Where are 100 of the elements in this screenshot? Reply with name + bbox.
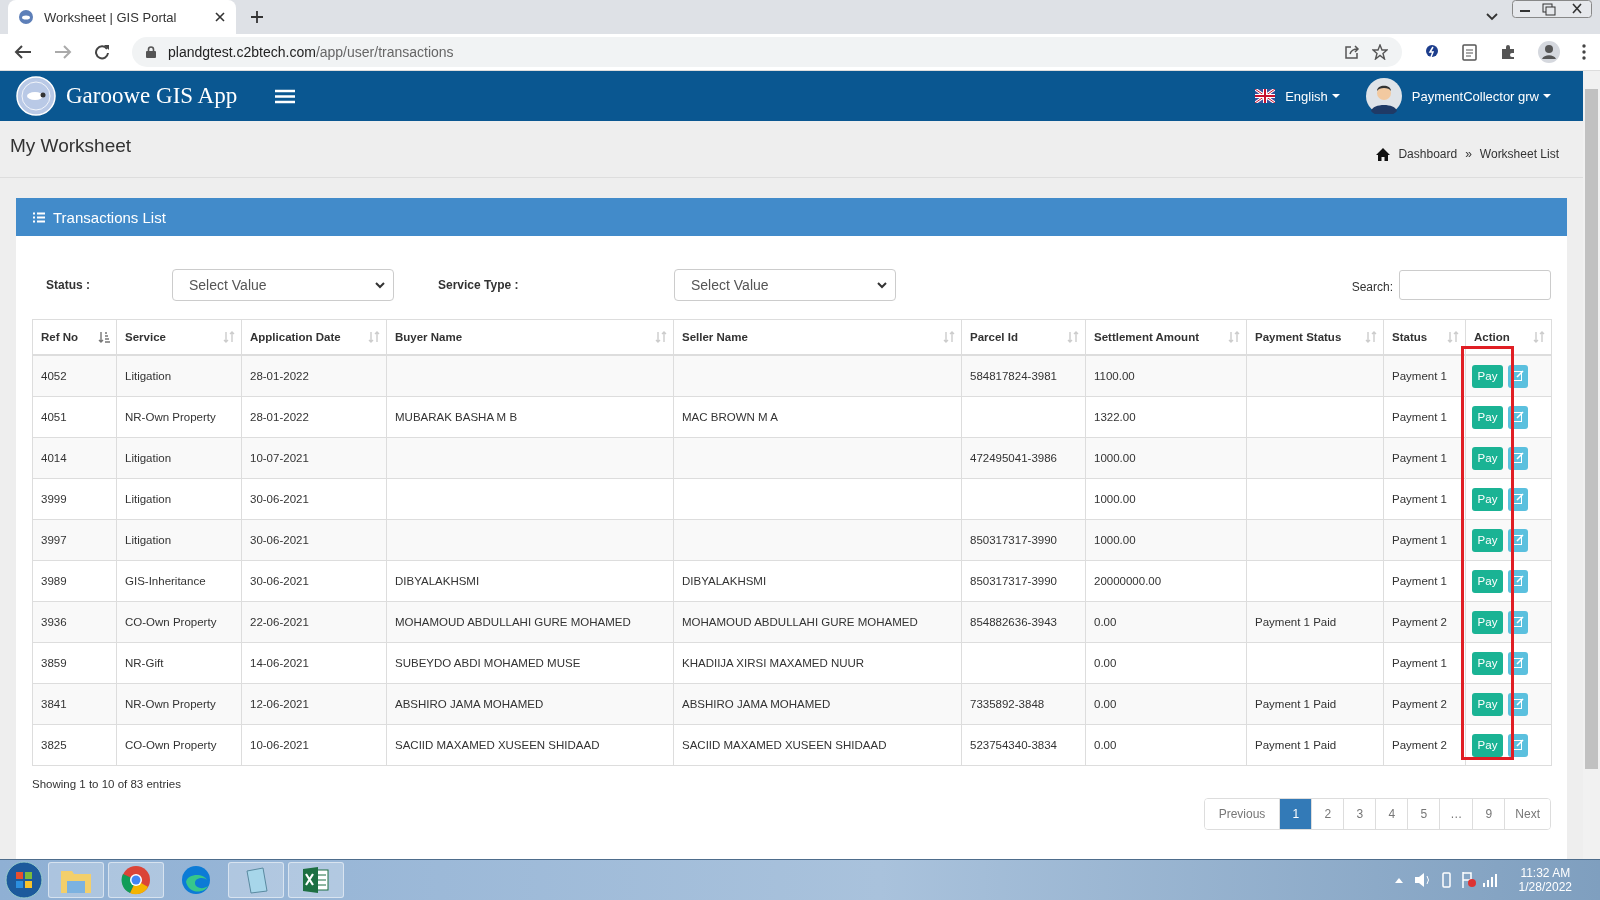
back-icon[interactable] (14, 44, 32, 60)
table-cell: 854882636-3943 (970, 616, 1057, 628)
table-cell: 10-07-2021 (250, 452, 309, 464)
table-cell: ABSHIRO JAMA MOHAMED (395, 698, 544, 710)
chevron-down-icon[interactable] (1486, 13, 1498, 21)
table-cell: Payment 2 (1392, 616, 1447, 628)
pay-button[interactable]: Pay (1472, 446, 1503, 470)
list-icon (33, 211, 45, 223)
chrome-icon[interactable] (108, 862, 164, 898)
start-button[interactable] (4, 860, 44, 900)
profile-icon[interactable] (1538, 41, 1560, 63)
globe-icon (18, 9, 34, 25)
chevron-down-icon (375, 281, 385, 289)
clock[interactable]: 11:32 AM 1/28/2022 (1518, 866, 1572, 894)
edit-button[interactable] (1508, 692, 1529, 716)
new-tab-icon[interactable] (250, 10, 264, 24)
table-cell: 3997 (41, 534, 67, 546)
table-cell: 3989 (41, 575, 67, 587)
edit-button[interactable] (1508, 733, 1529, 757)
table-cell: MUBARAK BASHA M B (395, 411, 518, 423)
edit-button[interactable] (1508, 487, 1529, 511)
edit-button[interactable] (1508, 569, 1529, 593)
pay-button[interactable]: Pay (1472, 405, 1503, 429)
filter-dropdown[interactable]: Select Value (172, 269, 394, 301)
breadcrumb-link[interactable]: Dashboard (1398, 147, 1458, 161)
pay-button[interactable]: Pay (1472, 610, 1503, 634)
edit-icon (1512, 369, 1524, 381)
table-cell: 523754340-3834 (970, 739, 1057, 751)
clipboard-icon[interactable] (1462, 43, 1478, 61)
home-icon (1376, 147, 1391, 161)
table-cell: 10-06-2021 (250, 739, 309, 751)
edit-icon (1512, 697, 1524, 709)
edit-icon (1512, 492, 1524, 504)
search-field[interactable] (1399, 270, 1551, 300)
table-cell: 0.00 (1094, 698, 1117, 710)
edit-icon (1512, 574, 1524, 586)
menu-icon[interactable] (275, 88, 296, 104)
table-cell: 30-06-2021 (250, 534, 309, 546)
table-cell: 3999 (41, 493, 67, 505)
window-controls[interactable] (1512, 0, 1592, 18)
pay-button[interactable]: Pay (1472, 651, 1503, 675)
edit-button[interactable] (1508, 446, 1529, 470)
table-cell: MAC BROWN M A (682, 411, 778, 423)
pay-button[interactable]: Pay (1472, 364, 1503, 388)
pay-button[interactable]: Pay (1472, 692, 1503, 716)
close-icon[interactable] (214, 11, 226, 23)
flag-icon (1255, 89, 1276, 103)
filter-dropdown[interactable]: Select Value (674, 269, 896, 301)
language-dropdown[interactable]: English (1285, 88, 1340, 104)
tab-title: Worksheet | GIS Portal (44, 9, 178, 25)
table-cell: 3936 (41, 616, 67, 628)
edit-icon (1512, 738, 1524, 750)
table-cell: MOHAMOUD ABDULLAHI GURE MOHAMED (682, 616, 918, 628)
table-cell: 22-06-2021 (250, 616, 309, 628)
edit-button[interactable] (1508, 405, 1529, 429)
address-bar[interactable]: plandgtest.c2btech.com/app/user/transactions (132, 37, 1402, 67)
user-dropdown[interactable]: PaymentCollector grw (1411, 88, 1551, 104)
entries-info: Showing 1 to 10 of 83 entries (32, 778, 181, 790)
edit-button[interactable] (1508, 364, 1529, 388)
table-cell: Payment 1 (1392, 575, 1447, 587)
search-label: Search: (1351, 280, 1393, 294)
extension-icon[interactable] (1424, 44, 1440, 60)
menu-icon[interactable] (1582, 44, 1586, 60)
pagination-button[interactable]: 1 (1279, 799, 1312, 829)
edit-button[interactable] (1508, 528, 1529, 552)
card-title: Transactions List (53, 208, 166, 226)
table-cell: 12-06-2021 (250, 698, 309, 710)
breadcrumb-separator: » (1465, 147, 1472, 161)
table-cell: 850317317-3990 (970, 575, 1057, 587)
star-icon[interactable] (1372, 44, 1388, 60)
table-cell: 3825 (41, 739, 67, 751)
share-icon[interactable] (1344, 44, 1360, 60)
table-cell: Payment 1 (1392, 370, 1447, 382)
pagination-button[interactable]: Next (1504, 799, 1550, 829)
breadcrumb-link[interactable]: Worksheet List (1479, 147, 1559, 161)
table-cell: Litigation (125, 534, 172, 546)
pay-button[interactable]: Pay (1472, 487, 1503, 511)
reload-icon[interactable] (94, 44, 110, 60)
table-cell: 0.00 (1094, 739, 1117, 751)
pay-button[interactable]: Pay (1472, 569, 1503, 593)
table-cell: Payment 1 Paid (1255, 739, 1337, 751)
pay-button[interactable]: Pay (1472, 733, 1503, 757)
table-cell: 20000000.00 (1094, 575, 1162, 587)
table-cell: NR-Own Property (125, 411, 216, 423)
table-cell: CO-Own Property (125, 739, 217, 751)
table-cell: 4052 (41, 370, 67, 382)
table-cell: 1000.00 (1094, 534, 1136, 546)
edit-button[interactable] (1508, 610, 1529, 634)
table-cell: Litigation (125, 493, 172, 505)
table-cell: Litigation (125, 370, 172, 382)
logo-icon (16, 76, 56, 116)
puzzle-icon[interactable] (1500, 44, 1516, 60)
table-cell: Payment 1 (1392, 452, 1447, 464)
table-cell: Payment 1 (1392, 657, 1447, 669)
pay-button[interactable]: Pay (1472, 528, 1503, 552)
browser-tab[interactable]: Worksheet | GIS Portal (8, 0, 236, 34)
lock-icon (146, 46, 156, 58)
excel-icon[interactable] (288, 862, 344, 898)
edit-button[interactable] (1508, 651, 1529, 675)
table-cell: SUBEYDO ABDI MOHAMED MUSE (395, 657, 581, 669)
